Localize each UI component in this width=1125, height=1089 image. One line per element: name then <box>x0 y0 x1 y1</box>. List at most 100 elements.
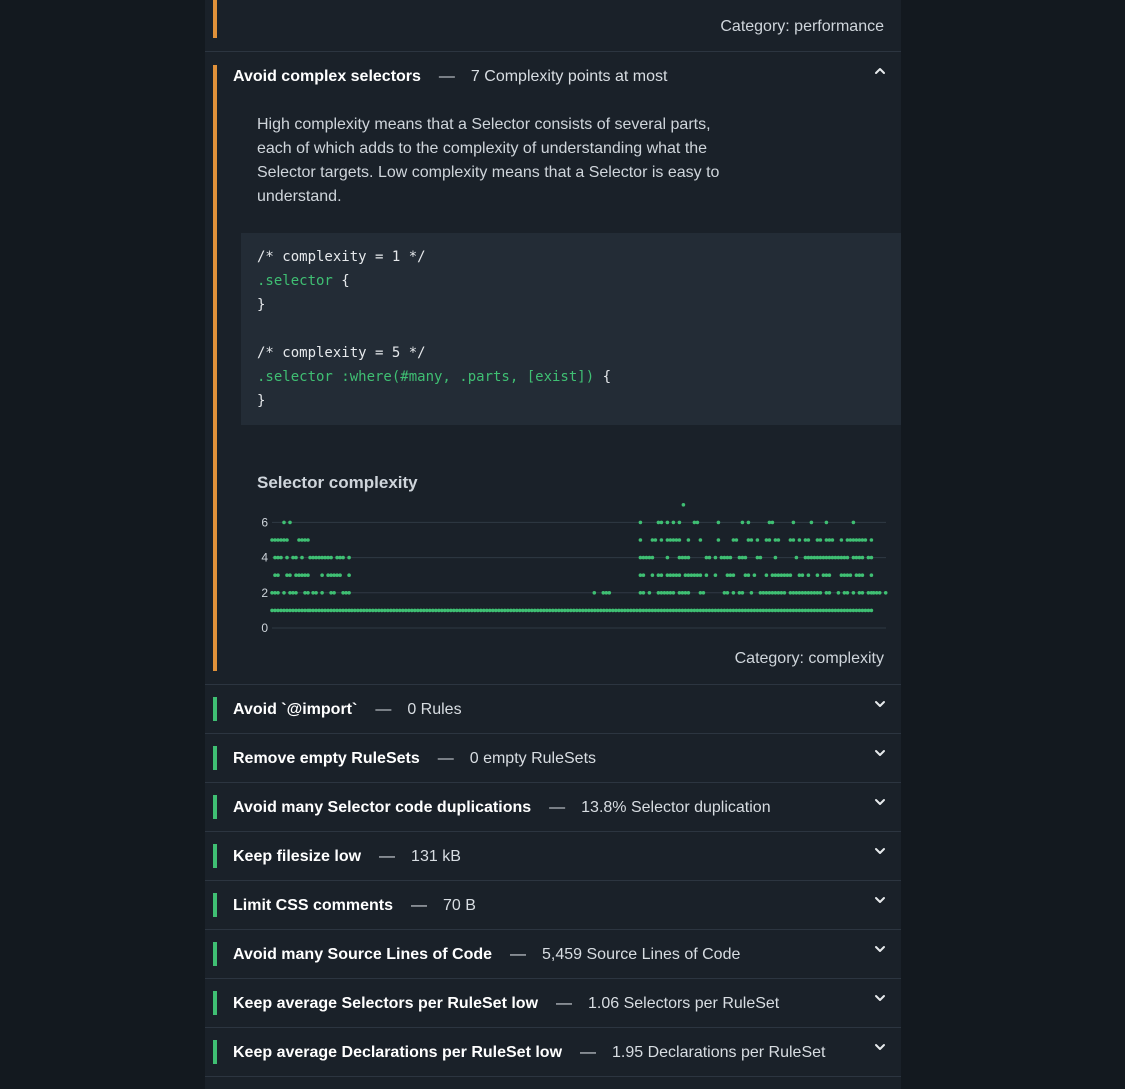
data-point <box>647 591 652 595</box>
audit-item-title: Limit CSS comments <box>233 896 394 914</box>
data-point <box>306 538 310 542</box>
data-point <box>791 520 796 525</box>
data-point <box>665 555 670 560</box>
data-point <box>860 591 865 595</box>
data-point <box>818 591 823 595</box>
selector-complexity-chart: 0 2 4 6 <box>261 503 888 635</box>
code-selector: .selector <box>257 273 333 289</box>
data-point <box>314 591 318 595</box>
chevron-down-icon[interactable] <box>873 795 887 809</box>
audit-item: Keep average Selectors per RuleSet low —… <box>205 979 901 1028</box>
audit-item-summary: 131 kB <box>411 847 461 865</box>
data-point <box>788 573 793 577</box>
audit-item-header[interactable]: Keep average Selectors per RuleSet low —… <box>205 979 901 1028</box>
data-point <box>869 538 874 542</box>
warning-bar <box>213 0 217 38</box>
data-point <box>698 538 703 542</box>
audit-item-title: Avoid many Selector code duplications <box>233 798 532 816</box>
data-point <box>860 555 865 560</box>
audit-item-header[interactable]: Avoid many Source Lines of Code — 5,459 … <box>205 930 901 979</box>
data-point <box>877 591 882 595</box>
separator-dash: — <box>510 945 527 963</box>
data-point <box>806 538 811 542</box>
chevron-down-icon[interactable] <box>873 942 887 956</box>
code-comment: /* complexity = 5 */ <box>257 345 426 361</box>
code-brace: } <box>257 393 266 409</box>
data-point <box>764 573 769 577</box>
audit-item-title: Remove empty RuleSets <box>233 749 420 767</box>
audit-item: Avoid many Source Lines of Code — 5,459 … <box>205 930 901 979</box>
data-point <box>851 520 856 525</box>
data-point <box>276 573 280 577</box>
chart-title: Selector complexity <box>257 473 418 492</box>
data-point <box>869 608 874 613</box>
audit-item-header[interactable]: Avoid complex selectors — 7 Complexity p… <box>205 52 901 101</box>
data-point <box>770 520 775 525</box>
data-point <box>851 591 856 595</box>
data-point <box>332 591 336 595</box>
data-point <box>836 591 841 595</box>
data-point <box>716 538 721 542</box>
code-example: /* complexity = 1 */ .selector { } /* co… <box>241 233 901 425</box>
chevron-down-icon[interactable] <box>873 697 887 711</box>
audit-item-header[interactable]: Avoid `@import` — 0 Rules <box>205 685 901 734</box>
audit-item-summary: 0 empty RuleSets <box>469 749 597 767</box>
data-point <box>294 591 298 595</box>
data-point <box>681 503 686 507</box>
data-point <box>845 555 850 560</box>
audit-panel: Category: performance Avoid complex sele… <box>205 0 901 1089</box>
data-point <box>839 538 844 542</box>
audit-item-header[interactable]: Remove empty RuleSets — 0 empty RuleSets <box>205 734 901 783</box>
data-point <box>749 591 754 595</box>
chevron-down-icon[interactable] <box>873 1040 887 1054</box>
data-point <box>294 555 298 560</box>
data-point <box>641 591 646 595</box>
data-point <box>347 591 351 595</box>
data-point <box>659 573 664 577</box>
data-point <box>329 555 333 560</box>
data-point <box>701 591 706 595</box>
data-point <box>341 555 345 560</box>
separator-dash: — <box>375 700 392 718</box>
audit-item-title: Keep average Selectors per RuleSet low <box>233 994 539 1012</box>
data-point <box>320 573 324 577</box>
y-tick-label: 4 <box>261 551 268 565</box>
audit-item-header[interactable]: Keep average Declarations per RuleSet lo… <box>205 1028 901 1077</box>
separator-dash: — <box>379 847 396 865</box>
data-point <box>809 520 814 525</box>
audit-item-summary: 7 Complexity points at most <box>470 67 668 85</box>
data-point <box>791 538 796 542</box>
data-point <box>830 538 835 542</box>
data-point <box>282 591 286 595</box>
audit-item-header[interactable]: Keep filesize low — 131 kB <box>205 832 901 881</box>
chevron-down-icon[interactable] <box>873 746 887 760</box>
data-point <box>338 573 342 577</box>
code-brace: } <box>257 297 266 313</box>
audit-item-list: Avoid `@import` — 0 Rules Remove empty R… <box>205 685 901 1089</box>
data-point <box>300 555 304 560</box>
chevron-up-icon[interactable] <box>873 64 887 78</box>
audit-item-header[interactable]: Limit CSS comments — 70 B <box>205 881 901 930</box>
data-point <box>869 555 874 560</box>
chevron-down-icon[interactable] <box>873 991 887 1005</box>
data-point <box>347 555 351 560</box>
data-point <box>306 591 310 595</box>
data-point <box>592 591 597 595</box>
audit-item: Keep average Declarations per RuleSet lo… <box>205 1028 901 1077</box>
audit-item: Avoid many Selector code duplications — … <box>205 783 901 832</box>
audit-item-header[interactable]: Avoid many Selector code duplications — … <box>205 783 901 832</box>
data-point <box>797 538 802 542</box>
audit-item-summary: 5,459 Source Lines of Code <box>542 945 741 963</box>
data-point <box>641 573 646 577</box>
audit-item-title: Keep filesize low <box>233 847 362 865</box>
audit-item-performance: Category: performance <box>205 0 901 52</box>
chevron-down-icon[interactable] <box>873 893 887 907</box>
data-point <box>320 591 324 595</box>
data-point <box>704 573 709 577</box>
data-point <box>758 555 763 560</box>
data-point <box>665 520 670 525</box>
chevron-down-icon[interactable] <box>873 844 887 858</box>
audit-item-description: High complexity means that a Selector co… <box>257 116 720 205</box>
audit-item-title: Keep average Declarations per RuleSet lo… <box>233 1043 563 1061</box>
data-point <box>725 591 730 595</box>
